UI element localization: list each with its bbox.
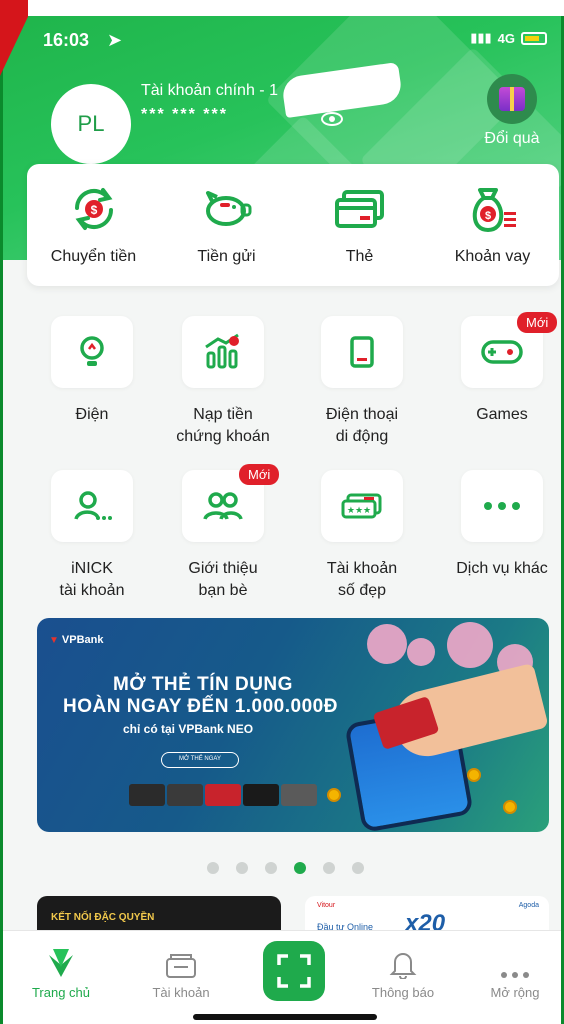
gamepad-icon <box>481 340 523 364</box>
gift-icon <box>499 87 525 111</box>
service-electricity[interactable]: Điện <box>27 316 157 426</box>
gift-label: Đổi quà <box>484 130 540 147</box>
scan-qr-icon <box>277 954 311 988</box>
quick-action-label: Thẻ <box>345 248 374 265</box>
service-label: Điện <box>75 406 109 423</box>
friends-icon <box>203 492 243 520</box>
service-beautiful-number[interactable]: ★★★ Tài khoản số đẹp <box>297 470 427 602</box>
promo-left-text-a: KẾT NỐI <box>51 912 92 923</box>
quick-action-label: Khoản vay <box>454 248 531 265</box>
service-label-2: chứng khoán <box>176 428 270 445</box>
tab-home[interactable]: Trang chủ <box>11 931 111 1000</box>
card-icon <box>330 184 390 234</box>
carousel-dot[interactable] <box>322 862 335 874</box>
banner-headline-2: HOÀN NGAY ĐẾN 1.000.000Đ <box>63 696 338 717</box>
signal-icon: ▮▮▮ <box>470 30 492 45</box>
home-leaf-icon <box>49 949 73 977</box>
quick-action-loan[interactable]: $ Khoản vay <box>426 164 559 286</box>
service-stock-topup[interactable]: Nạp tiền chứng khoán <box>158 316 288 448</box>
promo-right-logo-left: Vitour <box>317 902 336 909</box>
service-refer-friends[interactable]: Giới thiệu bạn bè <box>158 470 288 602</box>
more-dots-icon <box>484 502 520 510</box>
bell-icon <box>389 953 417 979</box>
more-icon <box>501 972 529 978</box>
lightbulb-icon <box>80 336 104 366</box>
scan-qr-button[interactable] <box>263 941 325 1001</box>
piggy-bank-icon <box>197 184 257 234</box>
banner-brand: VPBank <box>49 634 104 646</box>
carousel-dot[interactable] <box>351 862 364 874</box>
battery-icon <box>521 31 547 45</box>
service-label: Tài khoản <box>326 560 398 577</box>
bottom-tab-bar: Trang chủ Tài khoản Thông báo Mở rộng <box>3 930 561 1024</box>
transfer-icon: $ <box>64 184 124 234</box>
service-label: Dịch vụ khác <box>456 560 548 577</box>
mobile-phone-icon <box>350 336 374 368</box>
quick-action-card[interactable]: Thẻ <box>293 164 426 286</box>
service-label: Điện thoại <box>325 406 399 423</box>
quick-actions-card: $ Chuyển tiền Tiền gửi Thẻ $ Khoản vay <box>27 164 559 286</box>
service-inick[interactable]: iNICK tài khoản <box>27 470 157 602</box>
banner-headline-1: MỞ THẺ TÍN DỤNG <box>113 674 293 695</box>
service-label: iNICK <box>71 560 113 577</box>
carousel-dot[interactable] <box>264 862 277 874</box>
promo-right-logo-right: Agoda <box>518 902 539 909</box>
stock-chart-icon <box>205 333 239 369</box>
avatar[interactable]: PL <box>51 84 131 164</box>
tab-label: Mở rộng <box>490 985 540 1000</box>
new-badge: Mới <box>517 312 558 333</box>
tab-label: Tài khoản <box>152 985 210 1000</box>
account-number-masked: *** *** *** <box>141 106 228 123</box>
service-label: Games <box>476 406 528 423</box>
location-arrow-icon: ➤ <box>107 30 123 50</box>
svg-text:★★★: ★★★ <box>347 505 371 515</box>
carousel-indicator <box>3 862 561 874</box>
account-name[interactable]: Tài khoản chính - 1 <box>141 82 278 100</box>
carousel-dot-active[interactable] <box>293 862 306 874</box>
service-more[interactable]: Dịch vụ khác <box>437 470 561 580</box>
quick-action-deposit[interactable]: Tiền gửi <box>160 164 293 286</box>
tab-notifications[interactable]: Thông báo <box>353 931 453 1000</box>
quick-action-label: Tiền gửi <box>197 248 256 265</box>
banner-cta-button[interactable]: MỞ THẺ NGAY <box>161 752 239 768</box>
network-label: 4G <box>497 30 515 46</box>
promo-banner[interactable]: VPBank MỞ THẺ TÍN DỤNG HOÀN NGAY ĐẾN 1.0… <box>37 618 549 832</box>
service-label-2: bạn bè <box>198 582 248 599</box>
tab-more[interactable]: Mở rộng <box>465 931 561 1000</box>
service-label-2: tài khoản <box>59 582 125 599</box>
beautiful-number-icon: ★★★ <box>341 493 382 519</box>
loan-bag-icon: $ <box>463 184 523 234</box>
service-mobile-topup[interactable]: Điện thoại di động <box>297 316 427 448</box>
eye-icon[interactable] <box>321 112 343 126</box>
new-badge: Mới <box>239 464 280 485</box>
status-bar: 16:03 ➤ ▮▮▮ 4G <box>43 30 547 54</box>
quick-action-label: Chuyển tiền <box>50 248 137 265</box>
quick-action-transfer[interactable]: $ Chuyển tiền <box>27 164 160 286</box>
cropped-top-strip <box>0 0 564 16</box>
gift-button[interactable]: Đổi quà <box>481 74 543 148</box>
carousel-dot[interactable] <box>235 862 248 874</box>
svg-text:$: $ <box>484 210 490 222</box>
tab-account[interactable]: Tài khoản <box>131 931 231 1000</box>
app-screen: 16:03 ➤ ▮▮▮ 4G PL Tài khoản chính - 1 **… <box>0 0 564 1024</box>
service-label-2: di động <box>335 428 389 445</box>
svg-text:$: $ <box>90 203 97 217</box>
banner-subline: chỉ có tại VPBank NEO <box>123 722 254 736</box>
promo-left-text-b: ĐẶC QUYỀN <box>94 912 155 923</box>
home-indicator <box>193 1014 377 1020</box>
service-label: Giới thiệu <box>188 560 258 577</box>
status-indicators: ▮▮▮ 4G <box>470 30 547 46</box>
tab-label: Thông báo <box>371 985 435 1000</box>
status-time: 16:03 <box>43 30 90 50</box>
service-label-2: số đẹp <box>337 582 387 599</box>
service-label: Nạp tiền <box>193 406 253 423</box>
user-icon <box>74 491 112 520</box>
tab-label: Trang chủ <box>31 985 91 1000</box>
carousel-dot[interactable] <box>206 862 219 874</box>
wallet-icon <box>166 954 196 978</box>
